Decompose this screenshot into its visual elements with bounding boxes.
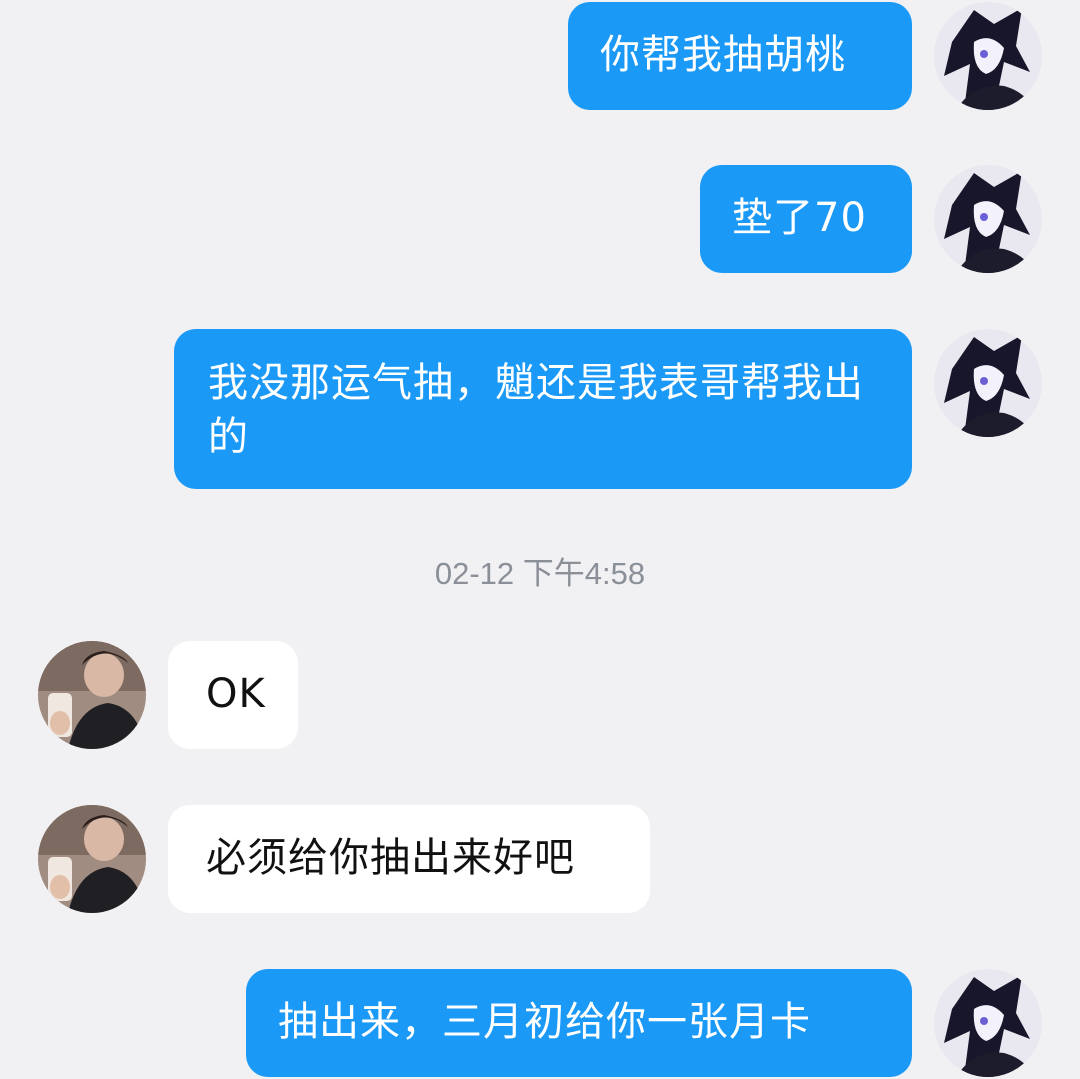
- chat-message-list[interactable]: 你帮我抽胡桃 垫了70 我没那运气抽，魈还是我表哥帮我出的 02-12 下午4:…: [0, 0, 1080, 1079]
- anime-character-avatar-icon: [934, 165, 1042, 273]
- message-text: 你帮我抽胡桃: [600, 32, 846, 78]
- self-avatar[interactable]: [934, 2, 1042, 110]
- anime-character-avatar-icon: [934, 969, 1042, 1077]
- message-bubble-incoming[interactable]: OK: [168, 641, 298, 749]
- self-avatar[interactable]: [934, 165, 1042, 273]
- anime-character-avatar-icon: [934, 2, 1042, 110]
- message-bubble-outgoing[interactable]: 你帮我抽胡桃: [568, 2, 912, 110]
- message-bubble-outgoing[interactable]: 垫了70: [700, 165, 912, 273]
- message-bubble-outgoing[interactable]: 抽出来，三月初给你一张月卡: [246, 969, 912, 1077]
- message-text: 必须给你抽出来好吧: [206, 835, 575, 881]
- message-text: 抽出来，三月初给你一张月卡: [278, 999, 811, 1045]
- message-bubble-outgoing[interactable]: 我没那运气抽，魈还是我表哥帮我出的: [174, 329, 912, 489]
- message-timestamp: 02-12 下午4:58: [434, 556, 646, 591]
- message-text: OK: [206, 671, 266, 717]
- person-photo-avatar-icon: [38, 805, 146, 913]
- message-bubble-incoming[interactable]: 必须给你抽出来好吧: [168, 805, 650, 913]
- message-text: 垫了70: [732, 195, 867, 241]
- anime-character-avatar-icon: [934, 329, 1042, 437]
- person-photo-avatar-icon: [38, 641, 146, 749]
- contact-avatar[interactable]: [38, 641, 146, 749]
- self-avatar[interactable]: [934, 969, 1042, 1077]
- contact-avatar[interactable]: [38, 805, 146, 913]
- self-avatar[interactable]: [934, 329, 1042, 437]
- message-text: 我没那运气抽，魈还是我表哥帮我出的: [208, 360, 864, 460]
